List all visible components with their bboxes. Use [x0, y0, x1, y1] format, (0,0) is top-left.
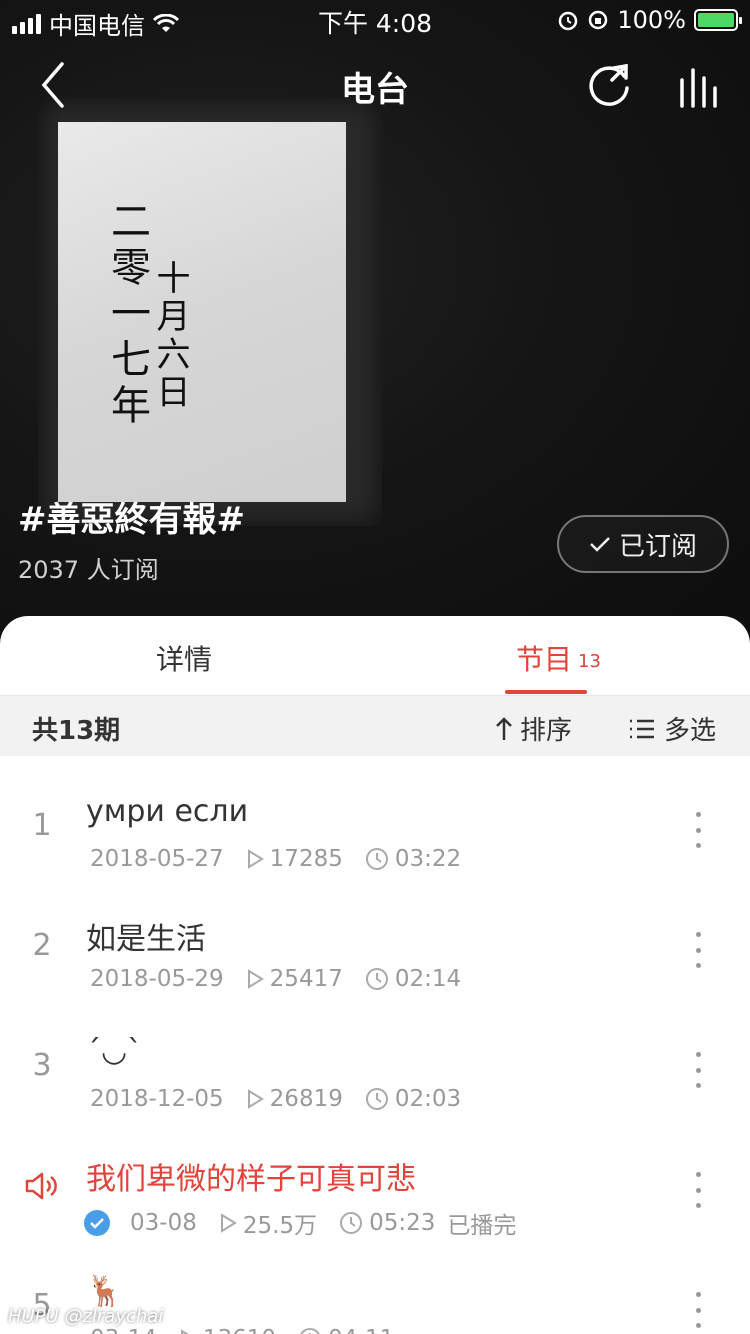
page-title: 电台: [341, 70, 409, 110]
item-number: 1: [32, 808, 52, 843]
more-options-icon[interactable]: [690, 1052, 706, 1088]
item-number: 3: [32, 1048, 52, 1083]
list-item[interactable]: 我们卑微的样子可真可悲 03-08 25.5万 05:23 已播完: [0, 1146, 750, 1266]
played-check-icon: [84, 1210, 110, 1236]
item-date: 03-08: [130, 1210, 197, 1236]
item-title: 🦌: [86, 1274, 124, 1309]
clock-icon: [365, 848, 388, 870]
speaker-icon: [25, 1172, 57, 1200]
item-title: 如是生活: [86, 922, 206, 957]
now-playing-icon[interactable]: [678, 64, 724, 108]
play-count-icon: [220, 1213, 237, 1233]
tab-programs[interactable]: 节目 13: [516, 638, 601, 678]
status-bar: 中国电信 下午 4:08 100%: [0, 0, 750, 40]
watermark: HUPU @zlraychai: [8, 1306, 164, 1327]
item-plays: 25.5万: [242, 1213, 318, 1239]
more-options-icon[interactable]: [690, 1172, 706, 1208]
clock-icon: [365, 968, 388, 990]
rotation-lock-icon: [589, 10, 608, 30]
item-date: 2018-12-05: [90, 1086, 224, 1112]
played-status: 已播完: [447, 1213, 517, 1239]
tab-bar: 详情 节目 13: [0, 616, 750, 696]
item-plays: 26819: [269, 1086, 343, 1112]
play-count-icon: [180, 1329, 189, 1334]
sort-arrow-icon: [496, 716, 512, 740]
checkmark-icon: [590, 537, 610, 552]
share-icon[interactable]: [586, 62, 632, 108]
item-title: ˊ◡ˋ: [86, 1034, 143, 1069]
item-duration: 02:14: [394, 966, 462, 992]
list-item[interactable]: 1 умри если 2018-05-27 17285 03:22: [0, 786, 750, 906]
multi-select-button[interactable]: 多选: [628, 710, 716, 747]
sort-button[interactable]: 排序: [494, 710, 572, 747]
list-icon: [630, 719, 654, 738]
battery-percent: 100%: [617, 6, 686, 34]
item-duration: 03:22: [394, 846, 462, 872]
list-item[interactable]: 2 如是生活 2018-05-29 25417 02:14: [0, 906, 750, 1026]
item-duration: 02:03: [394, 1086, 462, 1112]
item-duration: 05:23: [369, 1210, 436, 1236]
item-plays: 13610: [203, 1326, 276, 1334]
battery-icon: [694, 9, 742, 31]
subscribed-label: 已订阅: [618, 531, 697, 562]
radio-header: 二零一七年 十月六日 中国电信 下午 4:08 100% 电台 #善惡終有報# …: [0, 0, 750, 650]
subscriber-count: 2037 人订阅: [18, 556, 159, 584]
play-count-icon: [247, 849, 264, 869]
item-duration: 04:11: [328, 1326, 394, 1334]
item-title: умри если: [86, 794, 249, 829]
multi-select-label: 多选: [664, 716, 717, 746]
item-plays: 17285: [269, 846, 343, 872]
list-item[interactable]: 3 ˊ◡ˋ 2018-12-05 26819 02:03: [0, 1026, 750, 1146]
cover-image: 二零一七年 十月六日: [58, 122, 346, 502]
active-tab-indicator: [505, 690, 587, 694]
more-options-icon[interactable]: [690, 1292, 706, 1328]
item-number: 2: [32, 928, 52, 963]
clock-icon: [340, 1212, 363, 1234]
sort-label: 排序: [520, 716, 573, 746]
play-count-icon: [247, 969, 264, 989]
item-date: 2018-05-29: [90, 966, 224, 992]
cover-handwriting-right: 十月六日: [150, 260, 190, 412]
clock-icon: [365, 1088, 388, 1110]
list-toolbar: 共13期 排序 多选: [0, 696, 750, 756]
more-options-icon[interactable]: [690, 932, 706, 968]
item-plays: 25417: [269, 966, 343, 992]
more-options-icon[interactable]: [690, 812, 706, 848]
subscribed-button[interactable]: 已订阅: [557, 515, 729, 573]
tab-programs-count: 13: [578, 651, 601, 672]
item-date: 03-14: [90, 1326, 157, 1334]
alarm-icon: [559, 11, 578, 31]
clock-icon: [300, 1328, 320, 1334]
play-count-icon: [247, 1089, 264, 1109]
item-title: 我们卑微的样子可真可悲: [86, 1162, 416, 1197]
content-sheet: 详情 节目 13 共13期 排序 多选 1 умри если 2018-05-2…: [0, 616, 750, 1334]
episode-total: 共13期: [32, 716, 121, 746]
tab-programs-label: 节目: [516, 643, 573, 676]
tab-detail[interactable]: 详情: [156, 638, 212, 678]
item-date: 2018-05-27: [90, 846, 224, 872]
radio-title: #善惡終有報#: [18, 500, 245, 540]
